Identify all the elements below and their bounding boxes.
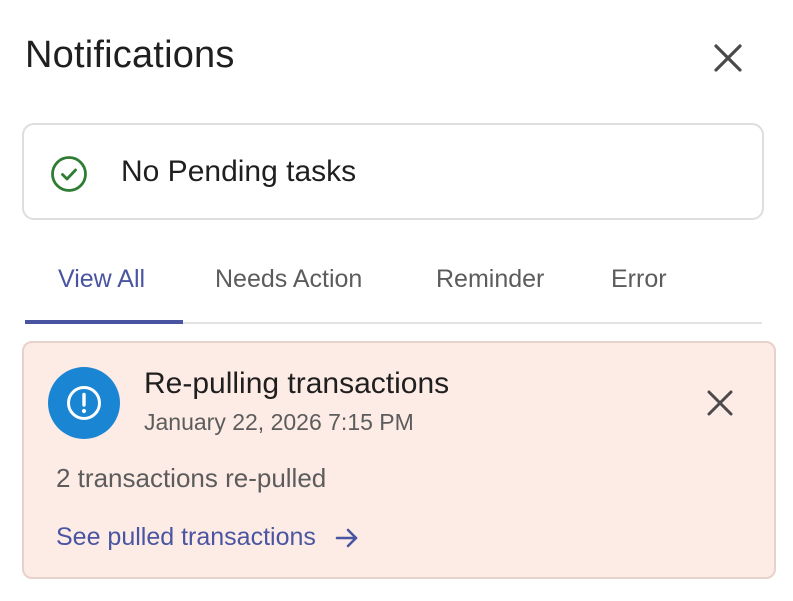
- exclamation-circle-icon: [67, 386, 101, 420]
- close-icon: [707, 390, 733, 416]
- arrow-right-icon: [334, 525, 360, 551]
- link-label: See pulled transactions: [56, 523, 316, 551]
- panel-title: Notifications: [25, 34, 235, 76]
- notification-tabs: View All Needs Action Reminder Error: [25, 250, 762, 324]
- tab-needs-action[interactable]: Needs Action: [215, 265, 362, 294]
- check-circle-icon: [51, 156, 87, 192]
- notification-status-badge: [48, 367, 120, 439]
- notification-title: Re-pulling transactions: [144, 367, 450, 400]
- close-panel-button[interactable]: [704, 34, 752, 82]
- pending-tasks-card: No Pending tasks: [22, 123, 764, 220]
- pending-tasks-text: No Pending tasks: [121, 155, 357, 188]
- tab-error[interactable]: Error: [611, 265, 667, 294]
- notifications-panel: Notifications No Pending tasks View All …: [0, 0, 793, 601]
- notification-body: 2 transactions re-pulled: [56, 463, 327, 493]
- tab-view-all[interactable]: View All: [58, 265, 145, 294]
- notification-timestamp: January 22, 2026 7:15 PM: [144, 409, 414, 435]
- tab-reminder[interactable]: Reminder: [436, 265, 544, 294]
- dismiss-notification-button[interactable]: [696, 379, 744, 427]
- notification-card: Re-pulling transactions January 22, 2026…: [22, 341, 776, 579]
- close-icon: [714, 44, 742, 72]
- active-tab-indicator: [25, 320, 183, 324]
- see-pulled-transactions-link[interactable]: See pulled transactions: [56, 523, 360, 552]
